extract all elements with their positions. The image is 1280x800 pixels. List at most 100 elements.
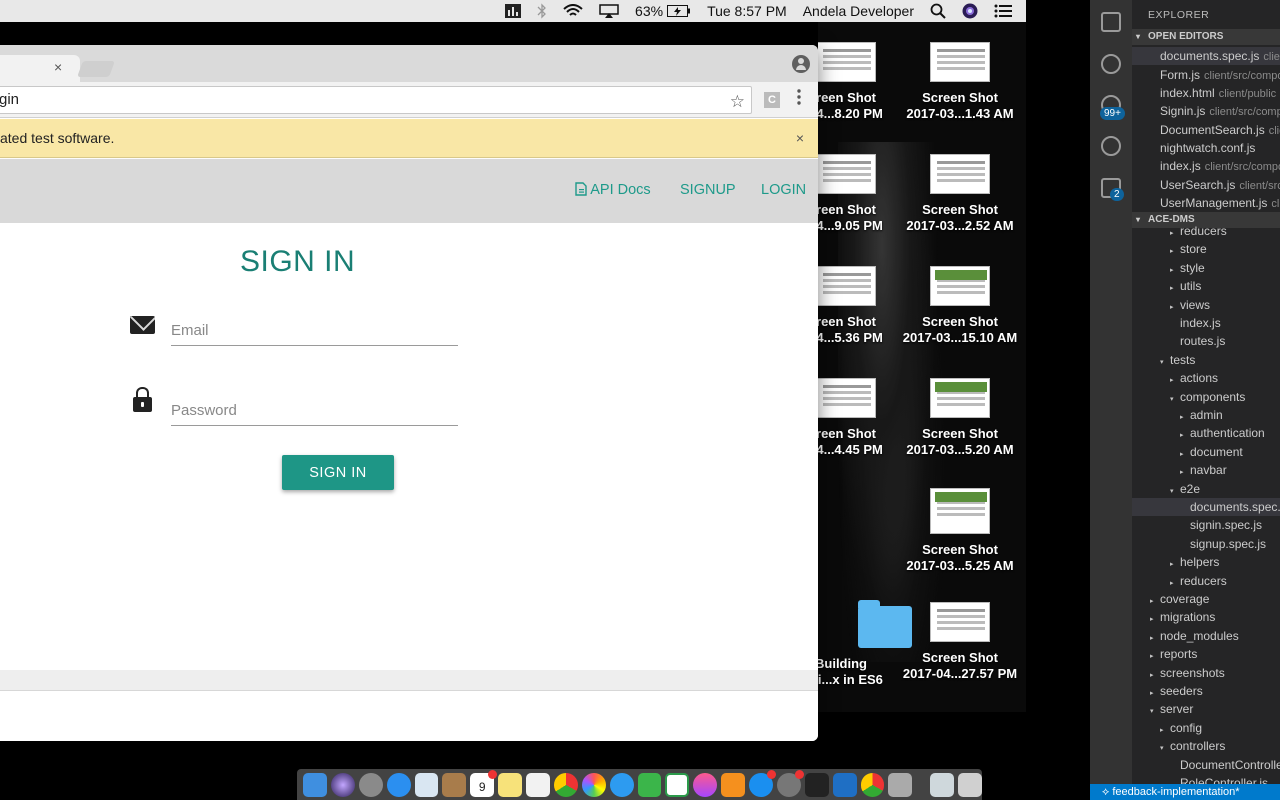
notification-center-icon[interactable] [994, 0, 1012, 22]
preview-icon[interactable] [414, 772, 439, 797]
tree-file[interactable]: signup.spec.js [1180, 535, 1266, 553]
tree-folder[interactable]: ▸ screenshots [1150, 664, 1225, 682]
desktop-file[interactable]: Screen Shot 2017-03...5.20 AM [895, 378, 1025, 458]
reminders-icon[interactable] [526, 772, 550, 797]
tree-folder[interactable]: ▾ tests [1160, 351, 1195, 369]
wifi-icon[interactable] [563, 0, 583, 22]
tree-folder[interactable]: ▸ actions [1170, 369, 1218, 387]
open-editor-item[interactable]: documents.spec.jsclien [1132, 47, 1280, 65]
tree-file[interactable]: index.js [1170, 314, 1221, 332]
chrome-icon[interactable] [553, 772, 578, 797]
tree-file[interactable]: documents.spec.js [1180, 498, 1280, 516]
tree-file[interactable]: DocumentControlle [1170, 756, 1280, 774]
battery-icon[interactable] [667, 0, 691, 22]
tree-folder[interactable]: ▸ utils [1170, 277, 1201, 295]
tree-folder[interactable]: ▸ reducers [1170, 222, 1227, 240]
slack-icon[interactable] [665, 772, 690, 797]
desktop-file[interactable]: Screen Shot 2017-04...27.57 PM [895, 602, 1025, 682]
airplay-icon[interactable] [599, 0, 619, 22]
extension-icon[interactable]: C [764, 92, 780, 108]
tree-folder[interactable]: ▸ style [1170, 259, 1205, 277]
tree-folder[interactable]: ▸ navbar [1180, 461, 1227, 479]
open-editor-item[interactable]: DocumentSearch.jsclie [1132, 121, 1280, 139]
infobar-close-icon[interactable]: × [796, 119, 804, 158]
contacts-icon[interactable] [442, 772, 467, 797]
launchpad-icon[interactable] [358, 772, 383, 797]
tree-file[interactable]: RoleController.js [1170, 774, 1268, 784]
nav-login[interactable]: LOGIN [761, 182, 806, 198]
menu-user[interactable]: Andela Developer [803, 3, 914, 19]
open-editor-item[interactable]: Form.js client/src/compo [1132, 66, 1280, 84]
chrome-canary-icon[interactable] [860, 772, 885, 797]
tree-file[interactable]: routes.js [1170, 332, 1225, 350]
tree-folder[interactable]: ▸ store [1170, 240, 1207, 258]
tree-folder[interactable]: ▸ reports [1150, 645, 1197, 663]
tree-folder[interactable]: ▸ helpers [1170, 553, 1219, 571]
tree-folder[interactable]: ▸ views [1170, 296, 1210, 314]
email-field[interactable] [171, 316, 458, 346]
browser-tab[interactable] [0, 55, 80, 82]
downloads-icon[interactable] [888, 772, 913, 797]
bluetooth-icon[interactable] [537, 0, 547, 22]
desktop-file[interactable]: Screen Shot 2017-03...15.10 AM [895, 266, 1025, 346]
desktop-file[interactable]: Screen Shot 2017-03...1.43 AM [895, 42, 1025, 122]
desktop-stack-icon[interactable] [930, 772, 955, 797]
open-editor-item[interactable]: UserSearch.jsclient/src/ [1132, 176, 1280, 194]
calendar-icon[interactable]: 9 [470, 769, 498, 797]
trash-icon[interactable] [958, 772, 983, 797]
itunes-icon[interactable] [693, 772, 718, 797]
system-preferences-icon[interactable] [776, 769, 804, 797]
tree-folder[interactable]: ▸ authentication [1180, 424, 1265, 442]
vscode-icon[interactable] [832, 772, 857, 797]
activity-monitor-dock-icon[interactable] [804, 772, 829, 797]
siri-icon[interactable] [962, 0, 978, 22]
spotlight-search-icon[interactable] [930, 0, 946, 22]
notes-icon[interactable] [498, 772, 522, 797]
search-icon[interactable] [1101, 54, 1121, 74]
nav-signup[interactable]: SIGNUP [680, 182, 736, 198]
tree-file[interactable]: signin.spec.js [1180, 516, 1262, 534]
browser-menu-icon[interactable] [797, 89, 801, 105]
photos-icon[interactable] [581, 772, 606, 797]
open-editor-item[interactable]: UserManagement.jsclie [1132, 194, 1280, 212]
password-field[interactable] [171, 396, 458, 426]
new-tab-button[interactable] [77, 61, 115, 77]
profile-icon[interactable] [792, 55, 810, 73]
tree-folder[interactable]: ▸ node_modules [1150, 627, 1239, 645]
tab-close-icon[interactable]: × [54, 59, 62, 75]
tree-folder[interactable]: ▸ coverage [1150, 590, 1209, 608]
finder-icon[interactable] [303, 772, 327, 797]
messages-icon[interactable] [609, 772, 634, 797]
bookmark-star-icon[interactable]: ☆ [730, 89, 745, 115]
status-branch[interactable]: feedback-implementation* [1112, 786, 1239, 798]
tree-folder[interactable]: ▸ migrations [1150, 608, 1215, 626]
safari-icon[interactable] [386, 772, 411, 797]
open-editor-item[interactable]: nightwatch.conf.js [1132, 139, 1280, 157]
open-editors-header[interactable]: ▾ OPEN EDITORS [1132, 29, 1280, 45]
open-editor-item[interactable]: index.js client/src/compo [1132, 157, 1280, 175]
open-editor-item[interactable]: index.html client/public [1132, 84, 1280, 102]
nav-api-docs[interactable]: API Docs [575, 182, 651, 198]
tree-folder[interactable]: ▾ components [1170, 388, 1245, 406]
tree-folder[interactable]: ▾ server [1150, 700, 1193, 718]
desktop-folder[interactable]: Building cati...x in ES6 [818, 600, 912, 688]
address-bar[interactable]: gin ☆ [0, 86, 752, 114]
signin-button[interactable]: SIGN IN [282, 455, 394, 490]
tree-folder[interactable]: ▸ admin [1180, 406, 1223, 424]
app-store-icon[interactable] [749, 769, 776, 797]
ibooks-icon[interactable] [721, 772, 746, 797]
facetime-icon[interactable] [637, 772, 662, 797]
siri-dock-icon[interactable] [330, 772, 355, 797]
activity-monitor-icon[interactable] [505, 0, 522, 22]
desktop-file[interactable]: Screen Shot 2017-03...5.25 AM [895, 488, 1025, 574]
tree-folder[interactable]: ▸ document [1180, 443, 1243, 461]
debug-icon[interactable] [1101, 136, 1121, 156]
menu-clock[interactable]: Tue 8:57 PM [707, 3, 787, 19]
tree-folder[interactable]: ▸ config [1160, 719, 1202, 737]
tree-folder[interactable]: ▸ reducers [1170, 572, 1227, 590]
tree-folder[interactable]: ▸ seeders [1150, 682, 1203, 700]
tree-folder[interactable]: ▾ e2e [1170, 480, 1200, 498]
explorer-icon[interactable] [1101, 12, 1121, 32]
desktop-file[interactable]: Screen Shot 2017-03...2.52 AM [895, 154, 1025, 234]
open-editor-item[interactable]: Signin.js client/src/comp [1132, 102, 1280, 120]
